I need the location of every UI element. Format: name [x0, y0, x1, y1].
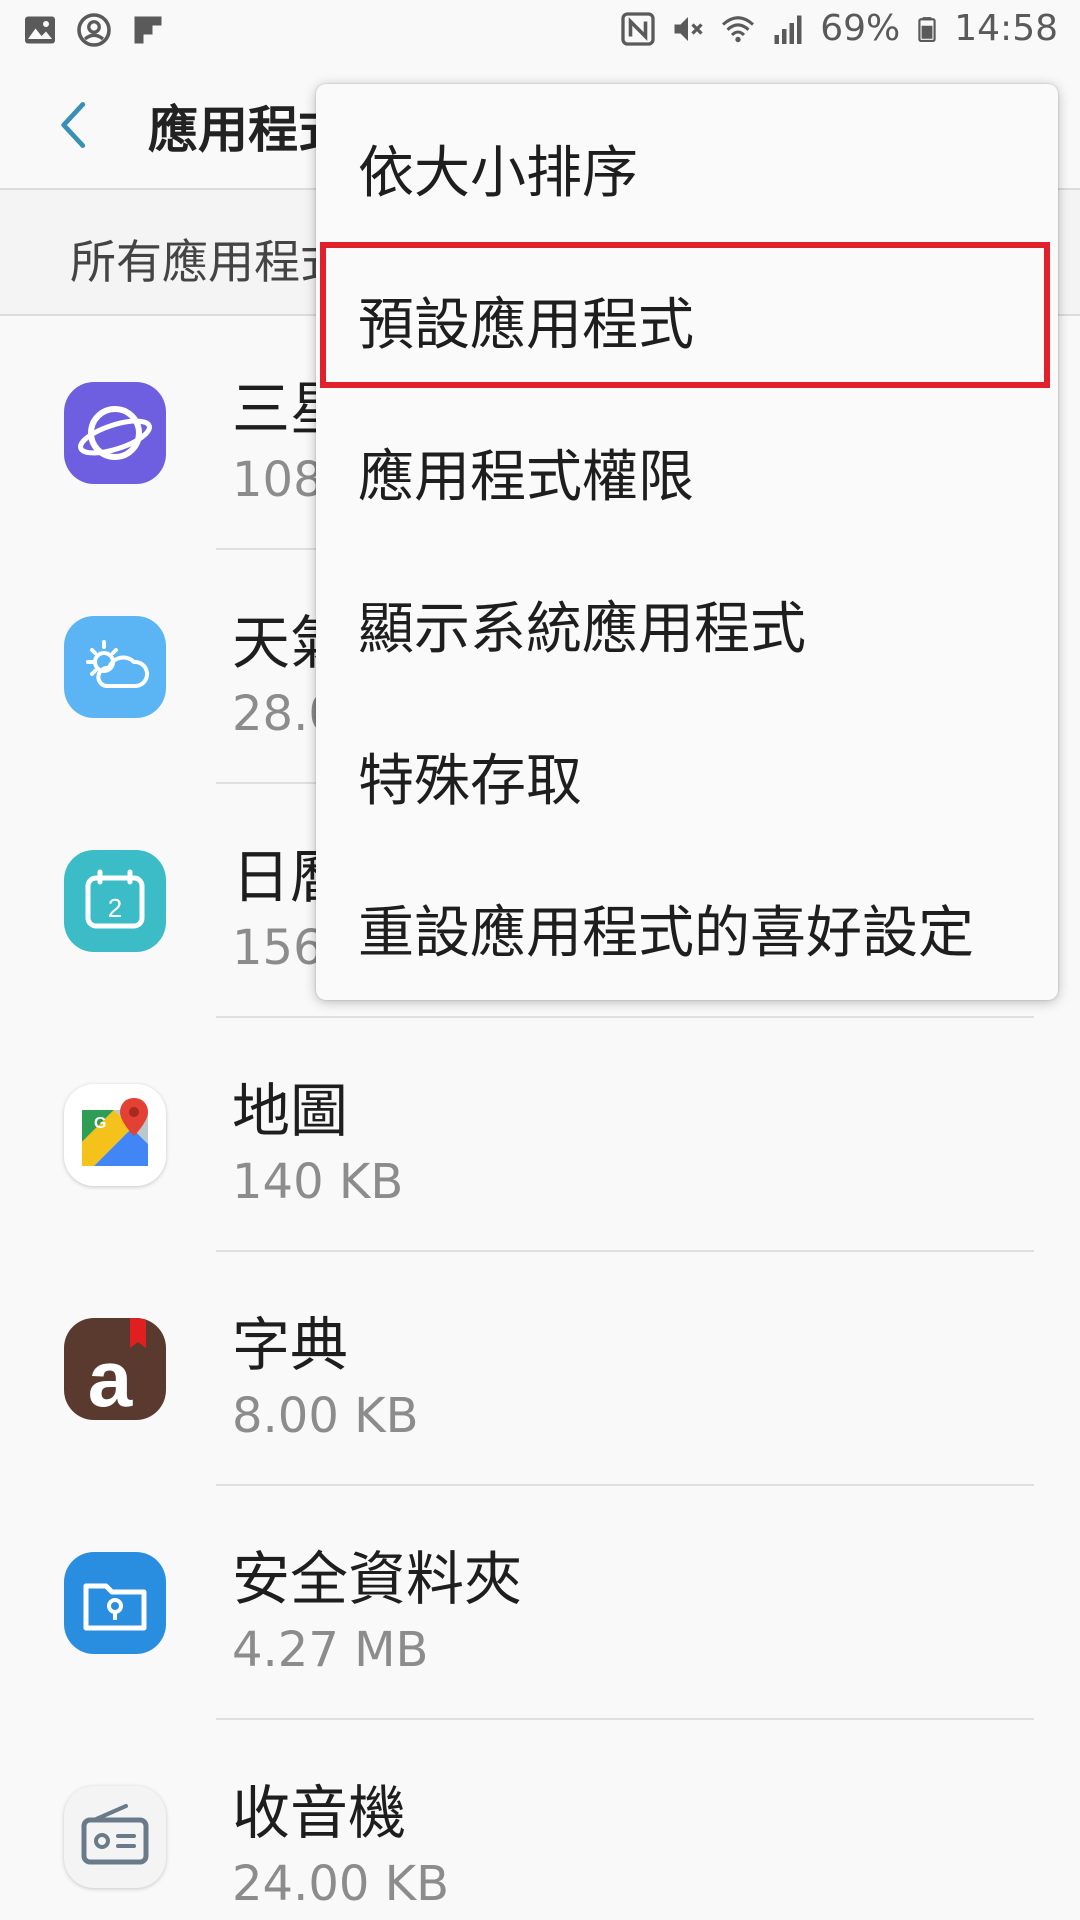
calendar-icon: 2 [64, 850, 166, 952]
app-size: 140 KB [232, 1154, 404, 1210]
battery-icon [918, 16, 936, 42]
account-circle-icon [77, 13, 111, 47]
menu-item-show-system-apps[interactable]: 顯示系統應用程式 [316, 544, 1058, 696]
menu-item-label: 顯示系統應用程式 [358, 597, 806, 662]
app-size: 4.27 MB [232, 1622, 429, 1678]
status-bar: 69% 14:58 [0, 0, 1080, 62]
app-size: 8.00 KB [232, 1388, 419, 1444]
status-right: 69% 14:58 [620, 8, 1058, 49]
mute-icon [674, 16, 703, 41]
menu-item-app-permissions[interactable]: 應用程式權限 [316, 392, 1058, 544]
maps-icon: G [64, 1084, 166, 1186]
chevron-left-icon [61, 102, 86, 148]
menu-item-special-access[interactable]: 特殊存取 [316, 696, 1058, 848]
menu-item-label: 應用程式權限 [358, 445, 694, 510]
menu-item-label: 重設應用程式的喜好設定 [358, 901, 974, 966]
screen: 69% 14:58 應用程式 所有應用程式 108 天氣 28.0 2 日曆 1… [0, 0, 1080, 1920]
weather-icon [64, 616, 166, 718]
filter-label: 所有應用程式 [70, 235, 346, 289]
menu-item-label: 依大小排序 [358, 141, 638, 206]
app-name: 地圖 [232, 1077, 349, 1145]
samsung-internet-icon [64, 382, 166, 484]
list-item[interactable]: 安全資料夾 4.27 MB [0, 1486, 1080, 1720]
svg-text:G: G [94, 1115, 106, 1132]
flipboard-icon [134, 16, 162, 44]
list-item[interactable]: a 字典 8.00 KB [0, 1252, 1080, 1486]
menu-item-reset-app-preferences[interactable]: 重設應用程式的喜好設定 [316, 848, 1058, 1000]
wifi-icon [722, 15, 755, 42]
list-item[interactable]: 收音機 24.00 KB [0, 1720, 1080, 1920]
status-left-icons [22, 12, 166, 48]
menu-item-label: 特殊存取 [358, 749, 582, 814]
app-name: 安全資料夾 [232, 1545, 523, 1613]
dictionary-icon: a [64, 1318, 166, 1420]
battery-percent: 69% [820, 8, 901, 49]
radio-icon [64, 1786, 166, 1888]
svg-text:a: a [88, 1334, 133, 1420]
nfc-icon [621, 11, 655, 46]
app-name: 收音機 [232, 1779, 407, 1847]
menu-item-sort-by-size[interactable]: 依大小排序 [316, 88, 1058, 240]
highlight-box [320, 242, 1050, 388]
app-size: 24.00 KB [232, 1856, 450, 1912]
signal-icon [774, 15, 802, 44]
app-name: 字典 [232, 1311, 349, 1379]
svg-text:2: 2 [108, 893, 122, 923]
secure-folder-icon [64, 1552, 166, 1654]
back-button[interactable] [44, 92, 104, 158]
gallery-icon [25, 16, 55, 44]
overflow-menu: 依大小排序 預設應用程式 應用程式權限 顯示系統應用程式 特殊存取 重設應用程式… [316, 84, 1058, 1000]
list-item[interactable]: G 地圖 140 KB [0, 1018, 1080, 1252]
clock: 14:58 [954, 8, 1058, 49]
